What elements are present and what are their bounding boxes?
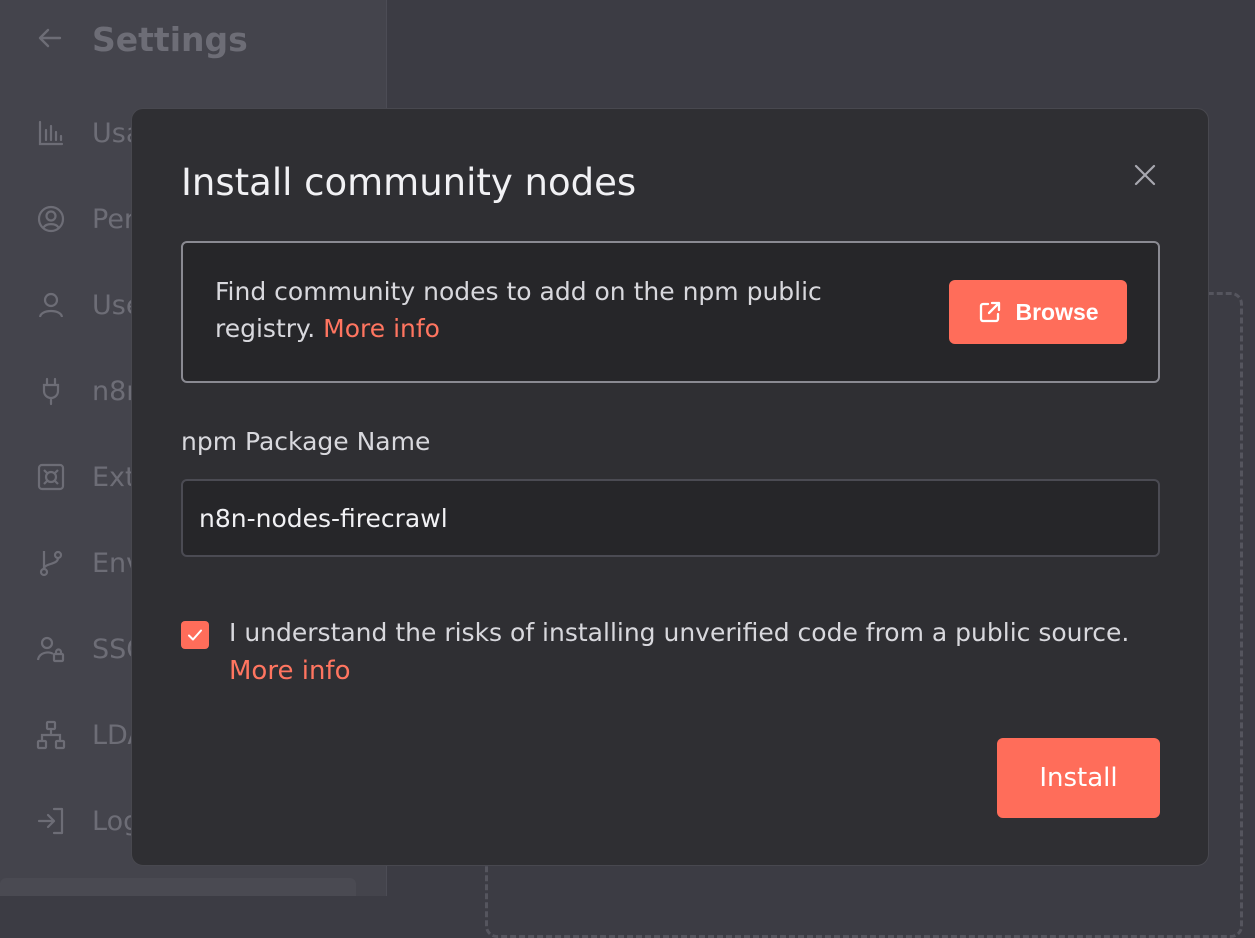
consent-checkbox[interactable] [181, 621, 209, 649]
close-icon[interactable] [1130, 160, 1160, 190]
browse-label: Browse [1015, 298, 1099, 325]
info-text: Find community nodes to add on the npm p… [215, 273, 895, 347]
info-box: Find community nodes to add on the npm p… [181, 241, 1160, 383]
sidebar-item-active[interactable] [0, 878, 356, 896]
plug-icon [36, 376, 66, 406]
sign-in-icon [36, 806, 66, 836]
settings-title: Settings [92, 20, 248, 59]
back-arrow-icon[interactable] [36, 24, 64, 52]
info-description: Find community nodes to add on the npm p… [215, 277, 822, 343]
dialog-title: Install community nodes [181, 161, 637, 204]
vault-icon [36, 462, 66, 492]
browse-button[interactable]: Browse [949, 280, 1127, 344]
consent-label[interactable]: I understand the risks of installing unv… [229, 613, 1160, 652]
install-community-nodes-dialog: Install community nodes Find community n… [131, 108, 1209, 866]
info-more-info-link[interactable]: More info [323, 314, 440, 343]
consent-more-info-link[interactable]: More info [229, 652, 1160, 691]
user-icon [36, 290, 66, 320]
git-branch-icon [36, 548, 66, 578]
check-icon [188, 629, 202, 641]
chart-bar-icon [36, 118, 66, 148]
package-name-input[interactable] [181, 479, 1160, 557]
package-name-label: npm Package Name [181, 427, 431, 456]
user-circle-icon [36, 204, 66, 234]
consent-text: I understand the risks of installing unv… [229, 613, 1160, 691]
install-button[interactable]: Install [997, 738, 1160, 818]
user-lock-icon [36, 634, 66, 664]
network-icon [36, 720, 66, 750]
external-link-icon [977, 299, 1003, 325]
